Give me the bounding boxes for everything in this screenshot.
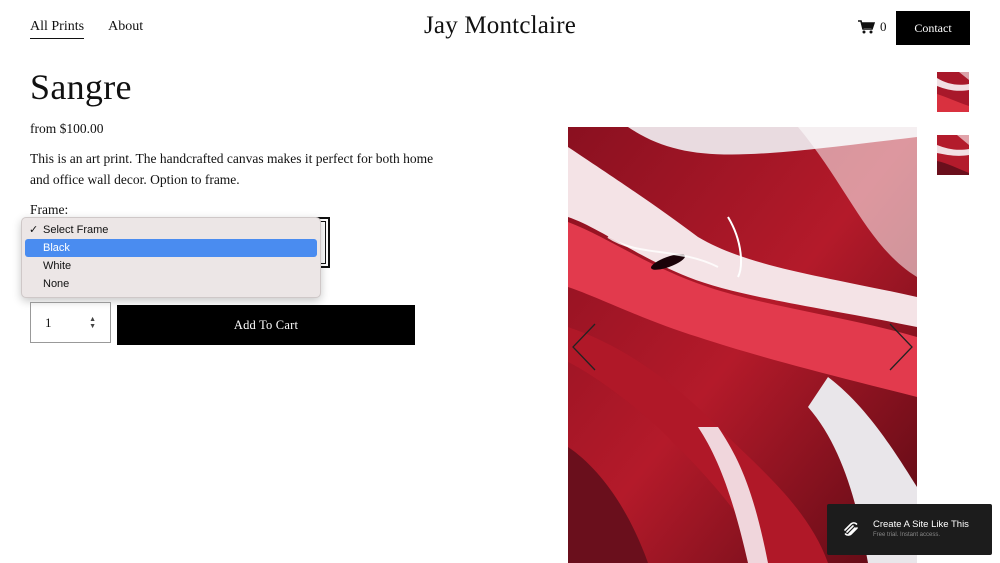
frame-option-white[interactable]: White <box>25 257 317 275</box>
product-title: Sangre <box>30 67 132 107</box>
next-arrow-icon[interactable] <box>885 322 915 372</box>
frame-dropdown-menu: ✓ Select Frame Black White None <box>21 217 321 298</box>
prev-arrow-icon[interactable] <box>570 322 600 372</box>
frame-option-black[interactable]: Black <box>25 239 317 257</box>
gallery-thumbnail-1[interactable] <box>937 72 969 112</box>
main-nav: All Prints About <box>30 19 143 39</box>
squarespace-logo-icon <box>844 522 858 536</box>
badge-title: Create A Site Like This <box>873 519 969 530</box>
gallery-thumbnail-2[interactable] <box>937 135 969 175</box>
badge-subtitle: Free trial. Instant access. <box>873 532 941 538</box>
cart-icon <box>858 20 875 34</box>
squarespace-badge[interactable]: Create A Site Like This Free trial. Inst… <box>827 504 992 555</box>
nav-all-prints[interactable]: All Prints <box>30 19 85 39</box>
frame-option-none[interactable]: None <box>25 275 317 293</box>
cart-link[interactable]: 0 <box>858 19 887 35</box>
checkmark-icon: ✓ <box>29 224 39 236</box>
stepper-arrows-icon[interactable]: ▲ ▼ <box>89 315 96 330</box>
frame-option-select[interactable]: ✓ Select Frame <box>25 221 317 239</box>
site-title: Jay Montclaire <box>423 12 577 39</box>
product-description: This is an art print. The handcrafted ca… <box>30 151 434 187</box>
quantity-value: 1 <box>45 314 52 330</box>
product-price: from $100.00 <box>30 121 104 136</box>
frame-label: Frame: <box>30 202 69 217</box>
product-image <box>568 127 917 563</box>
cart-count: 0 <box>880 19 887 34</box>
contact-button[interactable]: Contact <box>896 11 970 45</box>
nav-about[interactable]: About <box>108 19 143 39</box>
quantity-stepper[interactable]: 1 ▲ ▼ <box>30 302 111 343</box>
add-to-cart-button[interactable]: Add To Cart <box>117 305 415 345</box>
